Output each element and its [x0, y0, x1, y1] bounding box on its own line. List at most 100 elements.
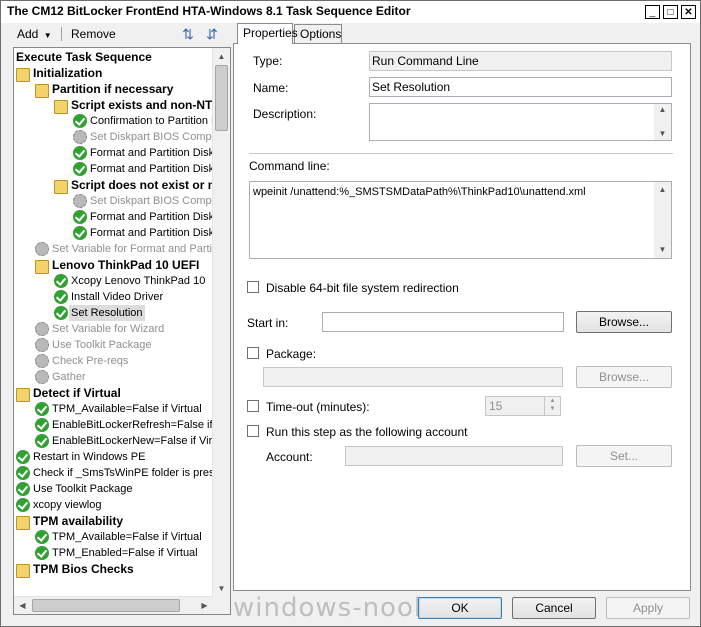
success-check-icon — [73, 146, 87, 160]
timeout-stepper[interactable]: 15 ▲ ▼ — [485, 396, 561, 416]
success-check-icon — [54, 274, 68, 288]
scroll-up-icon[interactable]: ▲ — [654, 104, 671, 116]
success-check-icon — [16, 482, 30, 496]
cancel-button[interactable]: Cancel — [512, 597, 596, 619]
ok-button[interactable]: OK — [418, 597, 502, 619]
tree-horizontal-scrollbar[interactable]: ◀ ▶ — [14, 596, 213, 614]
type-field: Run Command Line — [369, 51, 672, 71]
hscroll-thumb[interactable] — [32, 599, 180, 612]
browse-start-in-button[interactable]: Browse... — [576, 311, 672, 333]
start-in-input[interactable] — [322, 312, 564, 332]
success-check-icon — [73, 162, 87, 176]
tree-item-label: TPM_Enabled=False if Virtual — [52, 547, 198, 559]
success-check-icon — [16, 450, 30, 464]
scroll-down-icon[interactable]: ▼ — [213, 580, 230, 597]
start-in-label: Start in: — [247, 316, 289, 330]
tree-item-label: Set Diskpart BIOS Compa — [90, 131, 218, 143]
timeout-value: 15 — [489, 399, 503, 413]
package-input[interactable] — [263, 367, 563, 387]
tree-item-label: TPM availability — [33, 514, 124, 528]
disabled-step-icon — [35, 242, 49, 256]
remove-button[interactable]: Remove — [65, 25, 122, 43]
package-checkbox[interactable] — [247, 347, 259, 359]
browse-package-button[interactable]: Browse... — [576, 366, 672, 388]
scroll-down-icon[interactable]: ▼ — [654, 128, 671, 140]
tree-item-label: Detect if Virtual — [33, 386, 121, 400]
chevron-down-icon: ▼ — [43, 31, 52, 40]
disabled-step-icon — [35, 354, 49, 368]
success-check-icon — [16, 466, 30, 480]
command-line-scrollbar[interactable]: ▲ ▼ — [654, 182, 671, 258]
add-menu-button[interactable]: Add ▼ — [11, 25, 58, 43]
folder-icon — [16, 516, 30, 530]
success-check-icon — [35, 530, 49, 544]
tree-item-label: Use Toolkit Package — [52, 339, 152, 351]
command-line-text: wpeinit /unattend:%_SMSTSMDataPath%\Thin… — [253, 186, 586, 198]
move-up-icon[interactable]: ⇅ — [179, 25, 197, 43]
task-sequence-pane: Add ▼ Remove ⇅ ⇵ Execute Task Sequence In… — [9, 23, 231, 619]
scroll-thumb[interactable] — [215, 65, 228, 131]
move-down-icon[interactable]: ⇵ — [203, 25, 221, 43]
tree-item-label: Confirmation to Partition D — [90, 115, 219, 127]
success-check-icon — [54, 306, 68, 320]
scroll-down-icon[interactable]: ▼ — [654, 242, 671, 258]
success-check-icon — [35, 418, 49, 432]
timeout-checkbox[interactable] — [247, 400, 259, 412]
task-sequence-tree[interactable]: Execute Task Sequence Initialization Parti… — [13, 47, 231, 615]
command-line-input[interactable]: wpeinit /unattend:%_SMSTSMDataPath%\Thin… — [249, 181, 672, 259]
package-label: Package: — [266, 347, 317, 361]
success-check-icon — [73, 210, 87, 224]
stepper-arrows-icon[interactable]: ▲ ▼ — [544, 397, 560, 415]
tree-item-label: EnableBitLockerRefresh=False if — [52, 419, 213, 431]
folder-icon — [16, 68, 30, 82]
toolbar-divider — [61, 27, 62, 41]
tree-vertical-scrollbar[interactable]: ▲ ▼ — [212, 48, 230, 597]
tree-item-label: Set Variable for Wizard — [52, 323, 165, 335]
account-label: Account: — [266, 450, 313, 464]
tab-options[interactable]: Options — [294, 24, 342, 43]
scroll-up-icon[interactable]: ▲ — [654, 182, 671, 198]
task-sequence-editor-window: The CM12 BitLocker FrontEnd HTA-Windows … — [0, 0, 701, 627]
tree-item-label: Check if _SmsTsWinPE folder is pres — [33, 467, 215, 479]
scroll-right-icon[interactable]: ▶ — [196, 597, 213, 614]
folder-icon — [54, 180, 68, 194]
tab-properties[interactable]: Properties — [237, 23, 298, 44]
scroll-left-icon[interactable]: ◀ — [14, 597, 31, 614]
minimize-button[interactable]: _ — [645, 5, 660, 19]
close-button[interactable]: ✕ — [681, 5, 696, 19]
run-as-account-checkbox[interactable] — [247, 425, 259, 437]
success-check-icon — [54, 290, 68, 304]
tree-item-label: TPM Bios Checks — [33, 562, 134, 576]
folder-icon — [35, 84, 49, 98]
disable-64bit-checkbox[interactable] — [247, 281, 259, 293]
folder-icon — [35, 260, 49, 274]
name-input[interactable]: Set Resolution — [369, 77, 672, 97]
tree-item-label: TPM_Available=False if Virtual — [52, 403, 202, 415]
tree-item-label: Set Diskpart BIOS Compa — [90, 195, 218, 207]
tree-item-label: xcopy viewlog — [33, 499, 102, 511]
success-check-icon — [73, 114, 87, 128]
tree-item-label: Xcopy Lenovo ThinkPad 10 — [71, 275, 206, 287]
tree-item-label: Format and Partition Disk — [90, 147, 215, 159]
tree-item-label: Restart in Windows PE — [33, 451, 146, 463]
description-label: Description: — [253, 107, 317, 121]
tree-item-label: TPM_Available=False if Virtual — [52, 531, 202, 543]
tree-toolbar: Add ▼ Remove ⇅ ⇵ — [9, 23, 229, 45]
set-account-button[interactable]: Set... — [576, 445, 672, 467]
description-input[interactable]: ▲ ▼ — [369, 103, 672, 141]
description-scrollbar[interactable]: ▲ ▼ — [654, 104, 671, 140]
tree-item-label: Set Variable for Format and Partit — [52, 243, 216, 255]
account-input[interactable] — [345, 446, 563, 466]
folder-icon — [54, 100, 68, 114]
apply-button[interactable]: Apply — [606, 597, 690, 619]
tree-item-label: Script exists and non-NT — [71, 98, 213, 112]
tree-item-label: Format and Partition Disk — [90, 211, 215, 223]
window-title: The CM12 BitLocker FrontEnd HTA-Windows … — [7, 4, 411, 18]
tree-item-label: Format and Partition Disk — [90, 227, 215, 239]
tree-item-label: Initialization — [33, 66, 103, 80]
maximize-button[interactable]: □ — [663, 5, 678, 19]
success-check-icon — [35, 434, 49, 448]
folder-icon — [16, 564, 30, 578]
scroll-up-icon[interactable]: ▲ — [213, 48, 230, 65]
tree-item-label: Lenovo ThinkPad 10 UEFI — [52, 258, 200, 272]
